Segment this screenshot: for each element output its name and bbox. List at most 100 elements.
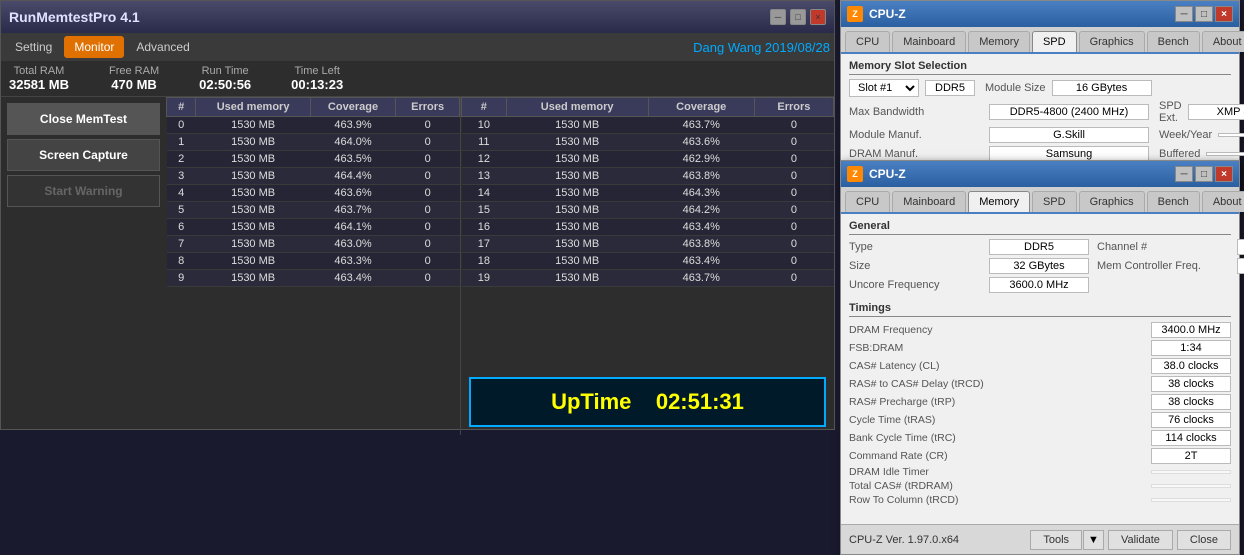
timing-row: RAS# Precharge (tRP) 38 clocks	[849, 393, 1231, 411]
timing-label: CAS# Latency (CL)	[849, 360, 939, 372]
cpuz2-type-label: Type	[849, 241, 989, 253]
minimize-button[interactable]: ─	[770, 9, 786, 25]
close-window-button[interactable]: ×	[810, 9, 826, 25]
table-row: 11530 MB464.0%0	[167, 134, 460, 151]
cpuz1-tab-cpu[interactable]: CPU	[845, 31, 890, 52]
timing-label: FSB:DRAM	[849, 342, 903, 354]
menu-setting[interactable]: Setting	[5, 36, 62, 58]
timing-value	[1151, 470, 1231, 474]
cpuz2-tab-cpu[interactable]: CPU	[845, 191, 890, 212]
buffered-label: Buffered	[1159, 148, 1200, 160]
tools-dropdown-arrow[interactable]: ▼	[1083, 530, 1104, 550]
cpuz1-tab-about[interactable]: About	[1202, 31, 1244, 52]
cpuz-window-2: Z CPU-Z ─ □ × CPU Mainboard Memory SPD G…	[840, 160, 1240, 555]
close-memtest-button[interactable]: Close MemTest	[7, 103, 160, 135]
cpuz2-close-button[interactable]: ×	[1215, 166, 1233, 182]
time-left-value: 00:13:23	[291, 77, 343, 92]
cpuz2-memctrl-value: 1700.0 MHz	[1237, 258, 1244, 274]
cpuz1-slot-row: Slot #1 Slot #2 Slot #3 Slot #4 DDR5 Mod…	[849, 79, 1231, 97]
cpuz1-close-button[interactable]: ×	[1215, 6, 1233, 22]
timing-value	[1151, 484, 1231, 488]
module-manuf-label: Module Manuf.	[849, 129, 989, 141]
free-ram-label: Free RAM	[109, 65, 159, 77]
cpuz2-tab-spd[interactable]: SPD	[1032, 191, 1077, 212]
cpuz2-minimize-button[interactable]: ─	[1175, 166, 1193, 182]
right-table-area: # Used memory Coverage Errors 101530 MB4…	[461, 97, 834, 369]
run-time-label: Run Time	[202, 65, 249, 77]
memtest-titlebar: RunMemtestPro 4.1 ─ □ ×	[1, 1, 834, 33]
menu-advanced[interactable]: Advanced	[126, 36, 199, 58]
right-col-used: Used memory	[506, 98, 648, 117]
memtest-menubar: Setting Monitor Advanced Dang Wang 2019/…	[1, 33, 834, 61]
timing-label: Cycle Time (tRAS)	[849, 414, 935, 426]
cpuz2-tab-mainboard[interactable]: Mainboard	[892, 191, 966, 212]
table-row: 31530 MB464.4%0	[167, 168, 460, 185]
timestamp: Dang Wang 2019/08/28	[693, 40, 830, 55]
spd-ext-value: XMP 3.0	[1188, 104, 1244, 120]
max-bandwidth-label: Max Bandwidth	[849, 106, 989, 118]
timing-label: RAS# Precharge (tRP)	[849, 396, 955, 408]
cpuz1-tab-memory[interactable]: Memory	[968, 31, 1030, 52]
cpuz2-tab-bench[interactable]: Bench	[1147, 191, 1200, 212]
cpuz2-timings: DRAM Frequency3400.0 MHzFSB:DRAM1:34CAS#…	[849, 321, 1231, 507]
cpuz2-uncore-row: Uncore Frequency 3600.0 MHz	[849, 277, 1089, 293]
cpuz1-minimize-button[interactable]: ─	[1175, 6, 1193, 22]
cpuz2-version: CPU-Z Ver. 1.97.0.x64	[849, 534, 959, 546]
left-panel: Close MemTest Screen Capture Start Warni…	[1, 97, 461, 435]
cpuz1-tab-mainboard[interactable]: Mainboard	[892, 31, 966, 52]
spd-ext-label: SPD Ext.	[1159, 100, 1182, 124]
cpuz2-tab-memory[interactable]: Memory	[968, 191, 1030, 212]
timing-value: 3400.0 MHz	[1151, 322, 1231, 338]
cpuz2-tab-about[interactable]: About	[1202, 191, 1244, 212]
cpuz1-win-controls: ─ □ ×	[1175, 6, 1233, 22]
memtest-window: RunMemtestPro 4.1 ─ □ × Setting Monitor …	[0, 0, 835, 430]
uptime-label: UpTime	[551, 389, 631, 414]
cpuz2-memctrl-label: Mem Controller Freq.	[1097, 260, 1237, 272]
left-col-coverage: Coverage	[310, 98, 396, 117]
timing-row: Cycle Time (tRAS)76 clocks	[849, 411, 1231, 429]
cpuz1-tab-graphics[interactable]: Graphics	[1079, 31, 1145, 52]
timing-row: Bank Cycle Time (tRC)114 clocks	[849, 429, 1231, 447]
start-warning-button[interactable]: Start Warning	[7, 175, 160, 207]
buffered-value	[1206, 152, 1244, 156]
table-row: 161530 MB463.4%0	[462, 219, 834, 236]
cpuz2-uncore-value: 3600.0 MHz	[989, 277, 1089, 293]
cpuz1-bandwidth-row: Max Bandwidth DDR5-4800 (2400 MHz) SPD E…	[849, 100, 1231, 124]
cpuz1-module-manuf-row: Module Manuf. G.Skill Week/Year	[849, 127, 1231, 143]
cpuz1-titlebar: Z CPU-Z ─ □ ×	[841, 1, 1239, 27]
timing-value: 2T	[1151, 448, 1231, 464]
timing-row: DRAM Idle Timer	[849, 465, 1231, 479]
cpuz2-tab-graphics[interactable]: Graphics	[1079, 191, 1145, 212]
cpuz2-icon: Z	[847, 166, 863, 182]
cpuz2-size-label: Size	[849, 260, 989, 272]
timing-row: FSB:DRAM 1:34	[849, 339, 1231, 357]
timing-label: Row To Column (tRCD)	[849, 494, 959, 506]
close-cpuz2-button[interactable]: Close	[1177, 530, 1231, 550]
timing-value: 1:34	[1151, 340, 1231, 356]
cpuz1-maximize-button[interactable]: □	[1195, 6, 1213, 22]
cpuz2-maximize-button[interactable]: □	[1195, 166, 1213, 182]
tools-button[interactable]: Tools	[1030, 530, 1082, 550]
slot-select[interactable]: Slot #1 Slot #2 Slot #3 Slot #4	[849, 79, 919, 97]
screen-capture-button[interactable]: Screen Capture	[7, 139, 160, 171]
timing-value	[1151, 498, 1231, 502]
cpuz2-channel-value: Quad	[1237, 239, 1244, 255]
right-col-errors: Errors	[754, 98, 833, 117]
timing-value: 38 clocks	[1151, 394, 1231, 410]
timing-label: Command Rate (CR)	[849, 450, 948, 462]
cpuz1-tab-spd[interactable]: SPD	[1032, 31, 1077, 52]
table-row: 41530 MB463.6%0	[167, 185, 460, 202]
cpuz2-general-section: General	[849, 220, 1231, 235]
timing-value: 38.0 clocks	[1151, 358, 1231, 374]
maximize-button[interactable]: □	[790, 9, 806, 25]
cpuz2-size-row: Size 32 GBytes	[849, 258, 1089, 274]
module-size-label: Module Size	[985, 82, 1046, 94]
cpuz2-footer: CPU-Z Ver. 1.97.0.x64 Tools ▼ Validate C…	[841, 524, 1239, 554]
validate-button[interactable]: Validate	[1108, 530, 1173, 550]
cpuz2-footer-buttons: Tools ▼ Validate Close	[1030, 530, 1231, 550]
cpuz1-slot-section: Memory Slot Selection	[849, 60, 1231, 75]
table-row: 141530 MB464.3%0	[462, 185, 834, 202]
menu-monitor[interactable]: Monitor	[64, 36, 124, 58]
cpuz1-tab-bench[interactable]: Bench	[1147, 31, 1200, 52]
cpuz2-uncore-label: Uncore Frequency	[849, 279, 989, 291]
